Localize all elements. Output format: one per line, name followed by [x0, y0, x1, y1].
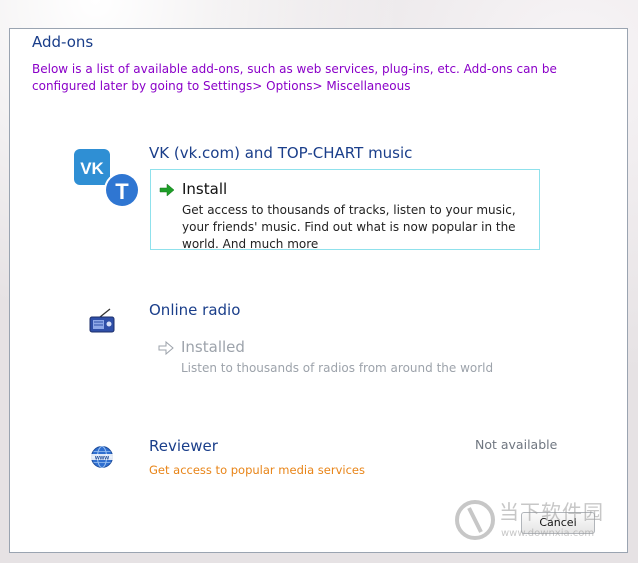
addon-title-vk: VK (vk.com) and TOP-CHART music — [149, 144, 413, 162]
install-vk-button[interactable]: Install Get access to thousands of track… — [150, 169, 540, 251]
watermark-logo-icon — [455, 500, 495, 540]
watermark: 当下软件园 www.downxia.com — [455, 496, 630, 546]
radio-installed-status: Installed Listen to thousands of radios … — [150, 334, 540, 384]
svg-text:VK: VK — [80, 159, 104, 178]
addon-title-radio: Online radio — [149, 301, 241, 319]
www-globe-icon: www — [90, 445, 114, 469]
installed-label: Installed — [181, 338, 245, 356]
watermark-title: 当下软件园 — [499, 500, 604, 524]
dialog-description: Below is a list of available add-ons, su… — [32, 62, 557, 93]
add-ons-dialog: Add-ons Below is a list of available add… — [9, 28, 628, 553]
svg-text:www: www — [94, 455, 109, 461]
arrow-right-outline-icon — [158, 340, 174, 360]
dialog-title: Add-ons — [32, 33, 94, 51]
installed-description: Listen to thousands of radios from aroun… — [181, 361, 494, 375]
arrow-right-icon — [159, 182, 175, 202]
not-available-status: Not available — [475, 437, 558, 452]
vk-icon: VK T — [74, 149, 142, 211]
svg-text:T: T — [115, 179, 129, 204]
reviewer-access-link[interactable]: Get access to popular media services — [149, 463, 365, 477]
install-label: Install — [182, 180, 228, 198]
addon-title-reviewer: Reviewer — [149, 437, 218, 455]
radio-icon — [88, 307, 116, 335]
install-description: Get access to thousands of tracks, liste… — [182, 203, 516, 251]
watermark-url: www.downxia.com — [501, 528, 595, 539]
